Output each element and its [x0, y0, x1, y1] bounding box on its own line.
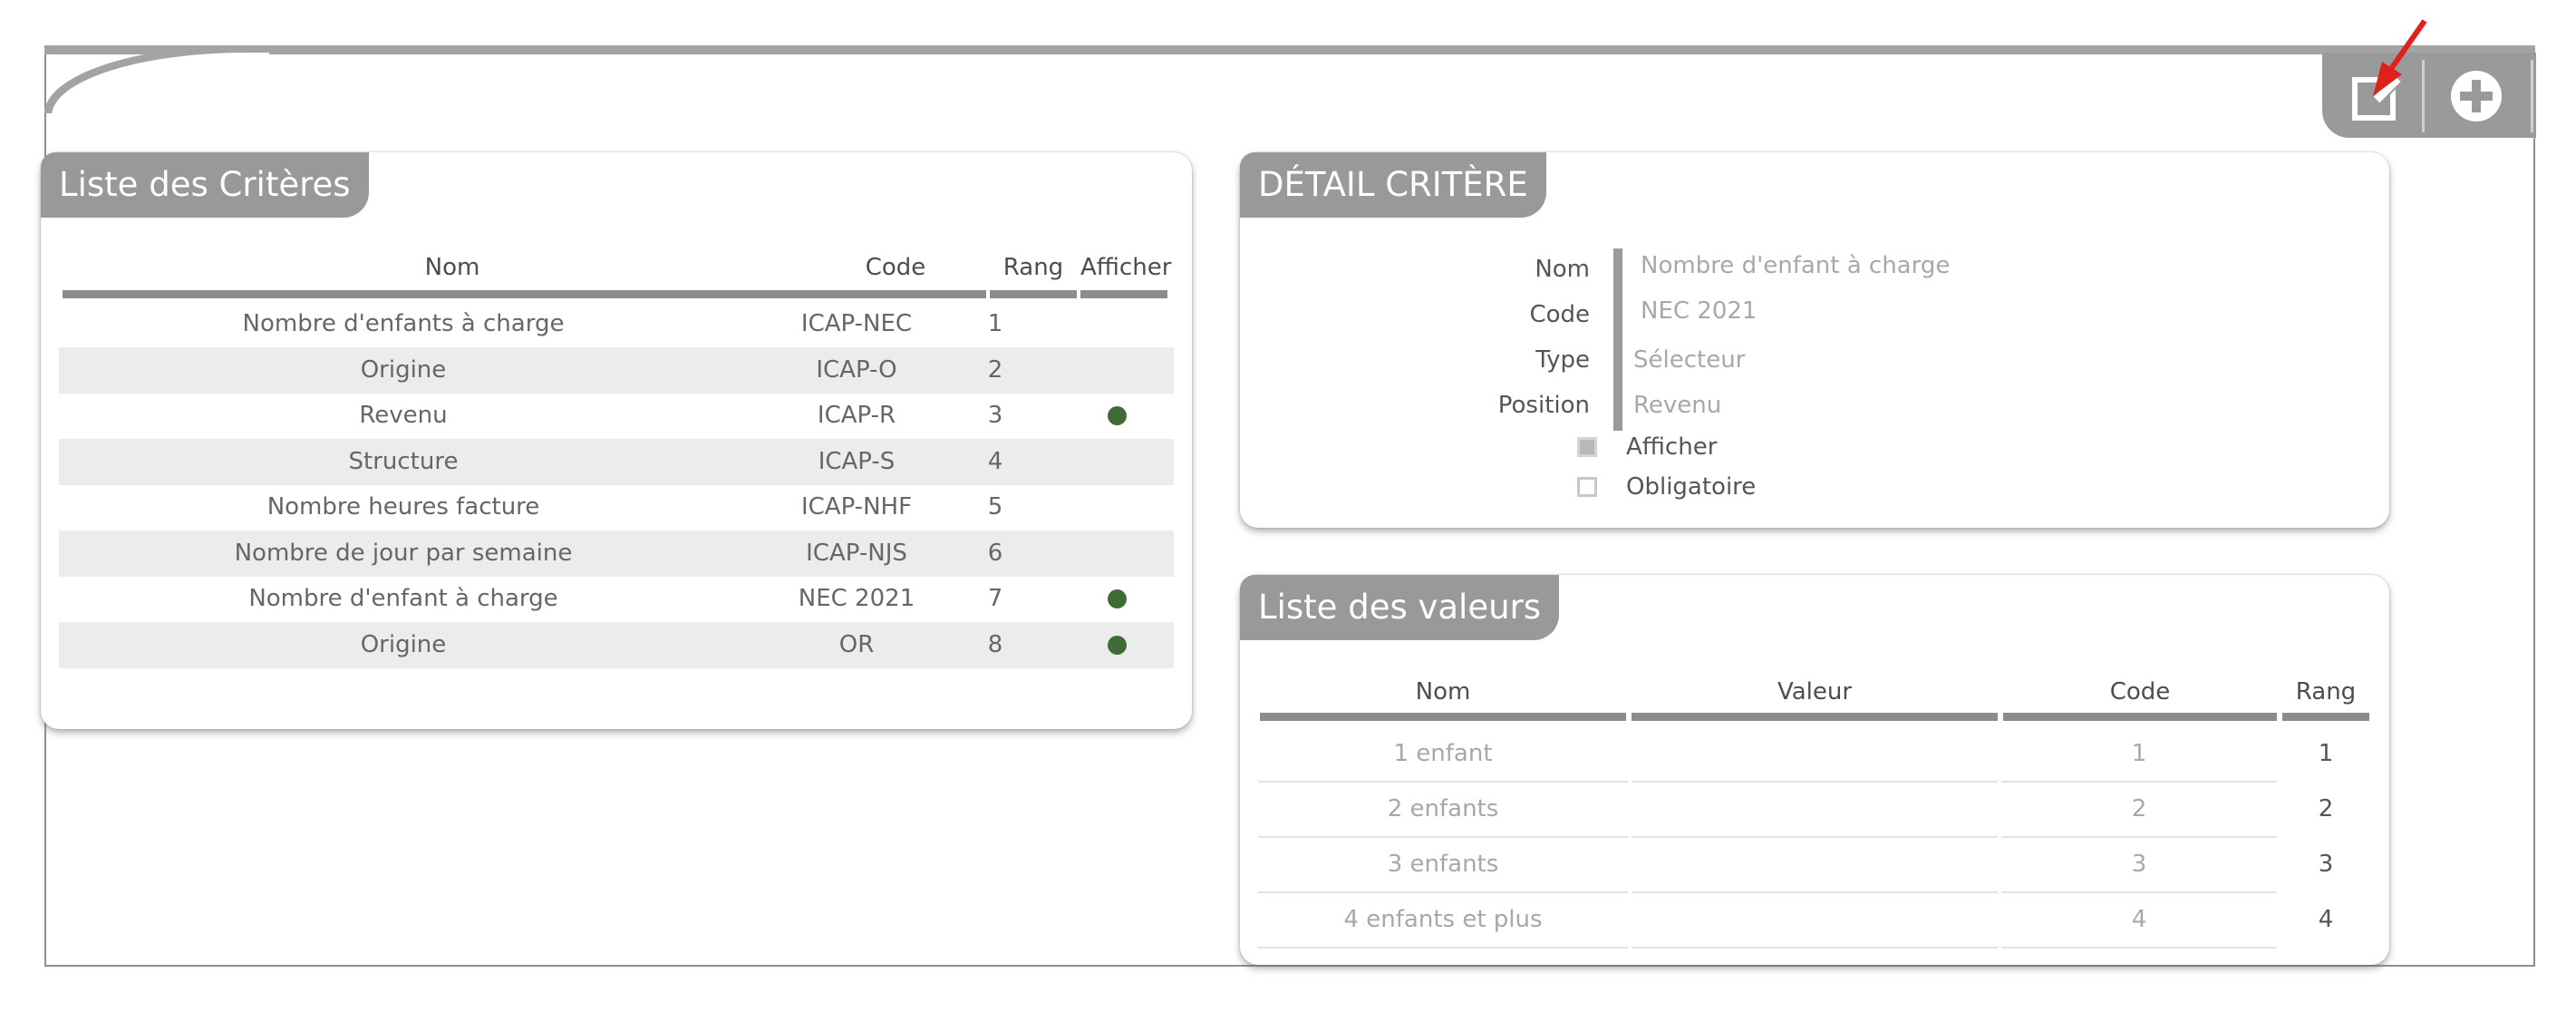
criteria-cell-rank: 5 [987, 493, 1003, 521]
criteria-cell-name: Origine [360, 355, 447, 384]
detail-value-position[interactable]: Revenu [1633, 392, 1721, 419]
value-cell-code: 1 [2001, 727, 2277, 783]
values-header-value[interactable]: Valeur [1632, 676, 1998, 713]
add-button[interactable] [2442, 62, 2511, 131]
values-header-code[interactable]: Code [2003, 676, 2277, 713]
criteria-cell-rank: 2 [987, 355, 1003, 384]
criteria-detail-panel: DÉTAIL CRITÈRE Nom Nombre d'enfant à cha… [1240, 152, 2389, 528]
criteria-list-title: Liste des Critères [41, 152, 369, 218]
detail-label-position: Position [1497, 392, 1590, 419]
criteria-cell-name: Nombre heures facture [266, 493, 540, 521]
value-cell-name: 1 enfant [1258, 727, 1628, 783]
value-row[interactable]: 1 enfant 1 1 [1258, 727, 2371, 783]
value-row[interactable]: 2 enfants 2 2 [1258, 783, 2371, 838]
column-header-name[interactable]: Nom [63, 252, 842, 288]
value-cell-name: 2 enfants [1258, 783, 1628, 838]
criteria-cell-name: Nombre d'enfant à charge [248, 585, 558, 612]
column-header-show[interactable]: Afficher [1080, 252, 1171, 288]
show-indicator-dot [1108, 406, 1127, 425]
criteria-cell-rank: 7 [987, 585, 1003, 612]
values-header-rank[interactable]: Rang [2282, 676, 2369, 713]
criteria-cell-name: Origine [360, 630, 447, 658]
criteria-cell-name: Nombre d'enfants à charge [242, 310, 565, 337]
show-indicator-dot [1108, 635, 1127, 655]
value-cell-code: 4 [2001, 893, 2277, 949]
value-cell-value [1632, 727, 1998, 783]
criteria-row[interactable]: Nombre heures facture ICAP-NHF 5 [59, 484, 1174, 530]
value-row[interactable]: 4 enfants et plus 4 4 [1258, 893, 2371, 949]
value-cell-rank: 2 [2318, 795, 2334, 822]
value-cell-code: 2 [2001, 783, 2277, 838]
values-header-name[interactable]: Nom [1260, 676, 1626, 713]
value-cell-rank: 3 [2318, 851, 2334, 878]
detail-value-name[interactable]: Nombre d'enfant à charge [1641, 252, 1950, 279]
criteria-cell-rank: 1 [987, 310, 1003, 337]
criteria-detail-title: DÉTAIL CRITÈRE [1240, 152, 1546, 218]
criteria-cell-name: Nombre de jour par semaine [234, 539, 573, 567]
values-list-panel: Liste des valeurs Nom Valeur Code Rang 1… [1240, 575, 2389, 965]
criteria-cell-code: ICAP-NHF [800, 493, 913, 521]
criteria-cell-name: Revenu [359, 402, 448, 429]
detail-field-bar [1613, 248, 1622, 431]
detail-label-type: Type [1535, 346, 1590, 374]
detail-value-type[interactable]: Sélecteur [1633, 346, 1745, 374]
criteria-cell-rank: 8 [987, 630, 1003, 658]
criteria-row[interactable]: Revenu ICAP-R 3 [59, 393, 1174, 439]
show-checkbox-label: Afficher [1626, 433, 1718, 461]
value-cell-code: 3 [2001, 838, 2277, 893]
value-cell-rank: 4 [2318, 906, 2334, 933]
detail-label-name: Nom [1535, 256, 1590, 283]
value-cell-value [1632, 838, 1998, 893]
values-list-title: Liste des valeurs [1240, 575, 1560, 640]
criteria-cell-name: Structure [348, 447, 459, 475]
criteria-cell-code: ICAP-NEC [800, 310, 913, 337]
value-cell-name: 4 enfants et plus [1258, 893, 1628, 949]
criteria-cell-code: ICAP-NJS [806, 539, 907, 567]
criteria-cell-rank: 6 [987, 539, 1003, 567]
value-cell-value [1632, 893, 1998, 949]
criteria-cell-code: OR [838, 630, 875, 658]
value-cell-name: 3 enfants [1258, 838, 1628, 893]
criteria-cell-code: NEC 2021 [798, 585, 915, 612]
value-cell-rank: 1 [2318, 740, 2334, 767]
criteria-row[interactable]: Origine OR 8 [59, 621, 1174, 668]
criteria-row[interactable]: Nombre d'enfants à charge ICAP-NEC 1 [59, 301, 1174, 347]
detail-value-code[interactable]: NEC 2021 [1641, 297, 1757, 325]
criteria-row[interactable]: Nombre de jour par semaine ICAP-NJS 6 [59, 530, 1174, 577]
required-checkbox[interactable] [1577, 477, 1597, 497]
detail-label-code: Code [1529, 301, 1590, 328]
criteria-cell-code: ICAP-S [818, 447, 896, 475]
show-indicator-dot [1108, 589, 1127, 608]
criteria-row[interactable]: Structure ICAP-S 4 [59, 438, 1174, 485]
required-checkbox-label: Obligatoire [1626, 473, 1757, 501]
criteria-list-panel: Liste des Critères Nom Code Rang Affiche… [41, 152, 1192, 729]
annotation-arrow-toolbar [2373, 19, 2427, 96]
column-header-code[interactable]: Code [805, 252, 986, 288]
criteria-cell-rank: 3 [987, 402, 1003, 429]
criteria-row[interactable]: Nombre d'enfant à charge NEC 2021 7 [59, 576, 1174, 622]
criteria-cell-rank: 4 [987, 447, 1003, 475]
value-row[interactable]: 3 enfants 3 3 [1258, 838, 2371, 893]
value-cell-value [1632, 783, 1998, 838]
plus-circle-icon [2451, 71, 2502, 122]
criteria-cell-code: ICAP-R [817, 402, 896, 429]
criteria-cell-code: ICAP-O [816, 355, 897, 384]
criteria-row[interactable]: Origine ICAP-O 2 [59, 346, 1174, 394]
top-border-bar [44, 45, 2535, 54]
show-checkbox[interactable] [1577, 437, 1597, 457]
column-header-rank[interactable]: Rang [990, 252, 1077, 288]
